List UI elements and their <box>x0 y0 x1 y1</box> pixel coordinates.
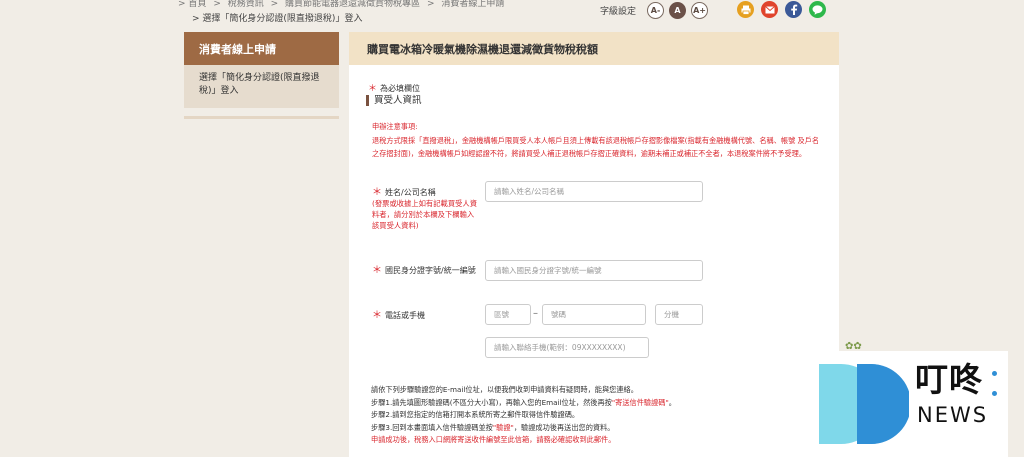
phone-number-input[interactable] <box>542 304 646 325</box>
print-icon[interactable] <box>737 1 754 18</box>
breadcrumb-separator: > <box>270 0 279 9</box>
required-star: ＊ <box>372 310 382 321</box>
phone-dash: – <box>533 308 538 319</box>
breadcrumb-current: > 選擇「簡化身分認證(限直撥退稅)」登入 <box>192 11 362 24</box>
id-label-text: 國民身分證字號/統一編號 <box>385 266 476 275</box>
sidebar-divider <box>184 116 339 119</box>
email-verification-steps: 請依下列步驟驗證您的E-mail位址，以便我們收到申請資料有疑問時，能與您連絡。… <box>371 384 831 447</box>
breadcrumb-separator: > <box>426 0 435 9</box>
facebook-icon[interactable] <box>785 1 802 18</box>
id-input[interactable] <box>485 260 703 281</box>
phone-label: ＊電話或手機 <box>372 310 425 321</box>
name-label: ＊姓名/公司名稱 <box>372 187 436 198</box>
breadcrumb-current-label: 選擇「簡化身分認證(限直撥退稅)」登入 <box>202 14 363 24</box>
required-star: ＊ <box>372 187 382 198</box>
name-note: (發票或收據上如有記載買受人資料者，請分別於本欄及下欄輸入該買受人資料) <box>372 199 478 230</box>
step-1-end: 。 <box>668 397 676 407</box>
breadcrumb-home[interactable]: 首頁 <box>188 0 206 9</box>
logo-sub: NEWS <box>917 403 989 427</box>
notice-body: 退稅方式限採「直撥退稅」，金融機構帳戶限買受人本人帳戶且須上傳載有該退稅帳戶存摺… <box>372 135 820 159</box>
font-medium-button[interactable]: A <box>669 2 687 19</box>
step-3-end: ，驗證成功後再送出您的資料。 <box>513 422 615 432</box>
step-3-text: 步驟3.回到本畫面填入信件驗證碼並按 <box>371 422 493 432</box>
steps-intro: 請依下列步驟驗證您的E-mail位址，以便我們收到申請資料有疑問時，能與您連絡。 <box>371 385 638 394</box>
dingdong-news-logo: 叮咚 NEWS <box>819 351 1008 457</box>
email-icon[interactable] <box>761 1 778 18</box>
phone-label-text: 電話或手機 <box>385 311 425 320</box>
page-title: 購買電冰箱冷暖氣機除濕機退還減徵貨物稅稅額 <box>349 32 839 65</box>
notice: 申辦注意事項: 退稅方式限採「直撥退稅」，金融機構帳戶限買受人本人帳戶且須上傳載… <box>372 120 822 161</box>
send-code-hint: "寄送信件驗證碼" <box>611 397 669 407</box>
mobile-input[interactable] <box>485 337 649 358</box>
font-size-control: 字級設定 A- A A+ <box>600 2 709 19</box>
top-bar: > 首頁 > 稅務資訊 > 購買節能電器退還減徵貨物稅專區 > 消費者線上申請 … <box>0 0 1024 28</box>
verify-hint: "驗證" <box>492 422 514 432</box>
breadcrumb-separator: > <box>192 14 200 24</box>
notice-heading: 申辦注意事項: <box>372 122 418 131</box>
required-note-text: 為必填欄位 <box>380 84 421 93</box>
required-star: ＊ <box>368 84 378 94</box>
font-small-button[interactable]: A- <box>647 2 665 19</box>
dd-logo-icon <box>819 364 909 444</box>
success-warning: 申請成功後，稅務入口網將寄送收件編號至此信箱，請務必確認收到此郵件。 <box>371 435 616 444</box>
step-3: 步驟3.回到本畫面填入信件驗證碼並按"驗證"，驗證成功後再送出您的資料。 <box>371 422 831 435</box>
main-panel: 購買電冰箱冷暖氣機除濕機退還減徵貨物稅稅額 ＊為必填欄位 買受人資訊 申辦注意事… <box>349 32 839 457</box>
required-note: ＊為必填欄位 <box>368 81 420 94</box>
step-1: 步驟1.請先填圖形驗證碼(不區分大小寫)，再輸入您的Email位址，然後再按"寄… <box>371 397 831 410</box>
font-size-label: 字級設定 <box>600 7 637 17</box>
sidebar-item-simplified-login[interactable]: 選擇「簡化身分認證(限直撥退稅)」登入 <box>184 65 339 108</box>
breadcrumb-online-apply[interactable]: 消費者線上申請 <box>441 0 504 9</box>
id-label: ＊國民身分證字號/統一編號 <box>372 265 482 276</box>
step-1-text: 步驟1.請先填圖形驗證碼(不區分大小寫)，再輸入您的Email位址，然後再按 <box>371 397 612 407</box>
name-label-text: 姓名/公司名稱 <box>385 188 436 197</box>
share-icons <box>737 1 826 18</box>
logo-brand: 叮咚 <box>915 360 983 399</box>
logo-dot <box>992 391 997 396</box>
name-input[interactable] <box>485 181 703 202</box>
area-code-input[interactable] <box>485 304 531 325</box>
sidebar: 消費者線上申請 選擇「簡化身分認證(限直撥退稅)」登入 <box>184 32 339 119</box>
breadcrumb-tax-info[interactable]: 稅務資訊 <box>228 0 264 9</box>
required-star: ＊ <box>372 265 382 276</box>
section-title: 買受人資訊 <box>366 95 422 106</box>
breadcrumb-zone[interactable]: 購買節能電器退還減徵貨物稅專區 <box>285 0 420 9</box>
step-2: 步驟2.請到您指定的信箱打開本系統所寄之郵件取得信件驗證碼。 <box>371 410 580 419</box>
font-large-button[interactable]: A+ <box>691 2 709 19</box>
sidebar-title: 消費者線上申請 <box>184 32 339 65</box>
line-icon[interactable] <box>809 1 826 18</box>
breadcrumb-separator: > <box>213 0 221 9</box>
extension-input[interactable] <box>655 304 703 325</box>
breadcrumb-separator: > <box>178 0 186 9</box>
breadcrumb: > 首頁 > 稅務資訊 > 購買節能電器退還減徵貨物稅專區 > 消費者線上申請 <box>178 0 504 9</box>
logo-dot <box>992 371 997 376</box>
